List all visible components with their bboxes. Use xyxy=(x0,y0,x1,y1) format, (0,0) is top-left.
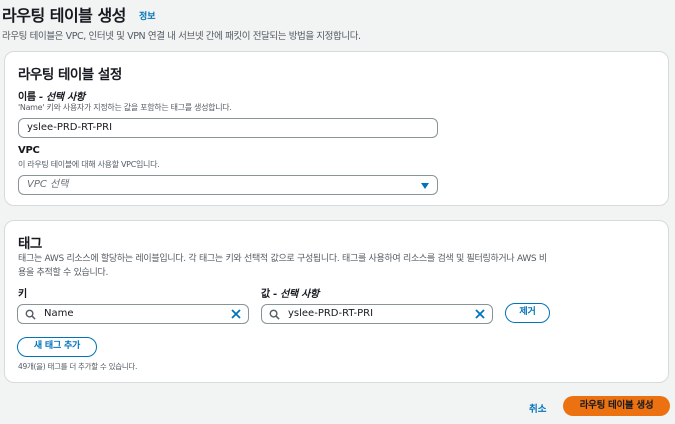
tags-description-line1: 태그는 AWS 리소스에 할당하는 레이블입니다. 각 태그는 키와 선택적 값… xyxy=(18,254,547,264)
page-header: 라우팅 테이블 생성 정보 xyxy=(2,2,156,26)
vpc-field-description: 이 라우팅 테이블에 대해 사용할 VPC입니다. xyxy=(18,160,160,169)
page-title: 라우팅 테이블 생성 xyxy=(2,6,126,25)
vpc-select[interactable]: VPC 선택 xyxy=(18,175,438,195)
clear-icon[interactable] xyxy=(230,308,242,320)
tag-value-label: 값 - 선택 사항 xyxy=(261,289,319,300)
tag-key-value: Name xyxy=(44,308,74,319)
tag-key-label: 키 xyxy=(18,289,27,300)
tags-description-line2: 용을 추적할 수 있습니다. xyxy=(18,268,109,278)
remove-tag-button[interactable]: 제거 xyxy=(505,303,550,323)
search-icon xyxy=(25,309,36,320)
tags-remaining-text: 49개(을) 태그를 더 추가할 수 있습니다. xyxy=(18,362,138,371)
tag-value-input[interactable]: yslee-PRD-RT-PRI xyxy=(261,304,493,324)
page-description: 라우팅 테이블은 VPC, 인터넷 및 VPN 연결 내 서브넷 간에 패킷이 … xyxy=(2,31,361,42)
clear-icon[interactable] xyxy=(474,308,486,320)
vpc-select-placeholder: VPC 선택 xyxy=(27,179,69,190)
tags-panel-title: 태그 xyxy=(18,236,42,252)
info-link[interactable]: 정보 xyxy=(139,12,156,22)
search-icon xyxy=(269,309,280,320)
cancel-button[interactable]: 취소 xyxy=(529,401,546,415)
vpc-field-label: VPC xyxy=(18,145,40,156)
route-table-settings-panel: 라우팅 테이블 설정 이름 - 선택 사항 'Name' 키와 사용자가 지정하… xyxy=(4,51,669,206)
caret-down-icon xyxy=(421,183,429,189)
name-input[interactable]: yslee-PRD-RT-PRI xyxy=(18,118,438,138)
tag-value-value: yslee-PRD-RT-PRI xyxy=(288,308,374,319)
name-field-label: 이름 - 선택 사항 xyxy=(18,92,85,103)
name-field-description: 'Name' 키와 사용자가 지정하는 값을 포함하는 태그를 생성합니다. xyxy=(18,103,232,112)
add-tag-button[interactable]: 새 태그 추가 xyxy=(17,337,97,357)
tags-panel: 태그 태그는 AWS 리소스에 할당하는 레이블입니다. 각 태그는 키와 선택… xyxy=(4,220,669,383)
create-route-table-button[interactable]: 라우팅 테이블 생성 xyxy=(563,396,670,416)
tag-key-input[interactable]: Name xyxy=(17,304,249,324)
settings-panel-title: 라우팅 테이블 설정 xyxy=(18,67,122,83)
